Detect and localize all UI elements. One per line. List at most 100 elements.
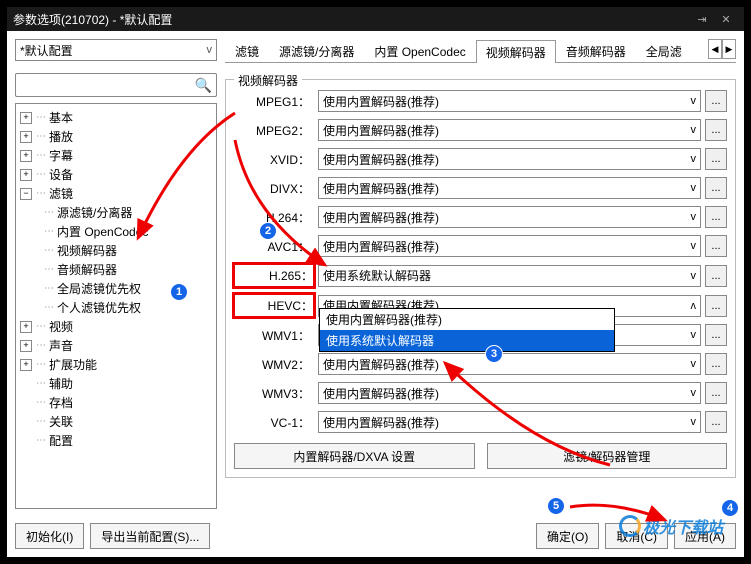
chevron-icon: v	[691, 211, 697, 223]
codec-value: 使用内置解码器(推荐)	[323, 151, 439, 168]
export-button[interactable]: 导出当前配置(S)...	[90, 523, 210, 549]
dxva-settings-button[interactable]: 内置解码器/DXVA 设置	[234, 443, 475, 469]
tree-item[interactable]: ⋯内置 OpenCodec	[42, 222, 214, 241]
ok-button[interactable]: 确定(O)	[536, 523, 599, 549]
tree-item[interactable]: −⋯滤镜	[18, 184, 214, 203]
codec-value: 使用内置解码器(推荐)	[323, 238, 439, 255]
tab-4[interactable]: 音频解码器	[556, 39, 636, 62]
tree-label: 滤镜	[49, 185, 73, 202]
search-input[interactable]	[20, 78, 195, 92]
tree-item[interactable]: ⋯配置	[18, 431, 214, 450]
codec-select[interactable]: 使用内置解码器(推荐)v	[318, 177, 701, 199]
tree-item[interactable]: +⋯基本	[18, 108, 214, 127]
codec-row: XVID：使用内置解码器(推荐)v...	[234, 148, 727, 170]
codec-select[interactable]: 使用内置解码器(推荐)v	[318, 119, 701, 141]
codec-select[interactable]: 使用内置解码器(推荐)v	[318, 206, 701, 228]
plus-icon[interactable]: +	[20, 169, 32, 181]
hevc-dropdown[interactable]: 使用内置解码器(推荐)使用系统默认解码器	[319, 308, 615, 352]
tree-item[interactable]: +⋯设备	[18, 165, 214, 184]
tree-item[interactable]: ⋯视频解码器	[42, 241, 214, 260]
tree-item[interactable]: +⋯字幕	[18, 146, 214, 165]
tab-scroll-right[interactable]: ▶	[722, 39, 736, 59]
watermark: 极光下载站	[619, 514, 723, 538]
tree-label: 视频解码器	[57, 242, 117, 259]
tree-item[interactable]: +⋯声音	[18, 336, 214, 355]
plus-icon[interactable]: +	[20, 321, 32, 333]
codec-select[interactable]: 使用内置解码器(推荐)v	[318, 411, 701, 433]
more-button[interactable]: ...	[705, 177, 727, 199]
tree-label: 辅助	[49, 375, 73, 392]
more-button[interactable]: ...	[705, 411, 727, 433]
tree-label: 声音	[49, 337, 73, 354]
tree-item[interactable]: +⋯视频	[18, 317, 214, 336]
tree-item[interactable]: ⋯关联	[18, 412, 214, 431]
tab-scroll-left[interactable]: ◀	[708, 39, 722, 59]
chevron-icon: v	[691, 358, 697, 370]
more-button[interactable]: ...	[705, 90, 727, 112]
codec-row: MPEG1：使用内置解码器(推荐)v...	[234, 90, 727, 112]
plus-icon[interactable]: +	[20, 359, 32, 371]
filter-manager-button[interactable]: 滤镜/解码器管理	[487, 443, 728, 469]
codec-row: MPEG2：使用内置解码器(推荐)v...	[234, 119, 727, 141]
tab-1[interactable]: 源滤镜/分离器	[269, 39, 364, 62]
pin-icon[interactable]: ⇥	[690, 9, 714, 29]
dropdown-option[interactable]: 使用内置解码器(推荐)	[320, 309, 614, 330]
codec-label: H.265：	[237, 267, 317, 284]
profile-value: *默认配置	[20, 42, 73, 59]
codec-label: WMV3：	[234, 385, 314, 402]
codec-label: DIVX：	[234, 180, 314, 197]
close-icon[interactable]: ✕	[714, 9, 738, 29]
tree-label: 个人滤镜优先权	[57, 299, 141, 316]
more-button[interactable]: ...	[705, 295, 727, 317]
codec-value: 使用内置解码器(推荐)	[323, 122, 439, 139]
codec-select[interactable]: 使用系统默认解码器v	[318, 265, 701, 287]
codec-label: VC-1：	[234, 414, 314, 431]
more-button[interactable]: ...	[705, 265, 727, 287]
init-button[interactable]: 初始化(I)	[15, 523, 84, 549]
more-button[interactable]: ...	[705, 235, 727, 257]
chevron-icon: v	[691, 416, 697, 428]
tab-5[interactable]: 全局滤	[636, 39, 692, 62]
codec-select[interactable]: 使用内置解码器(推荐)v	[318, 148, 701, 170]
tab-0[interactable]: 滤镜	[225, 39, 269, 62]
dropdown-option[interactable]: 使用系统默认解码器	[320, 330, 614, 351]
more-button[interactable]: ...	[705, 353, 727, 375]
more-button[interactable]: ...	[705, 324, 727, 346]
tree-item[interactable]: ⋯音频解码器	[42, 260, 214, 279]
codec-value: 使用内置解码器(推荐)	[323, 180, 439, 197]
codec-value: 使用内置解码器(推荐)	[323, 356, 439, 373]
tree-item[interactable]: ⋯全局滤镜优先权	[42, 279, 214, 298]
tree-item[interactable]: +⋯播放	[18, 127, 214, 146]
plus-icon[interactable]: +	[20, 340, 32, 352]
tabs: 滤镜源滤镜/分离器内置 OpenCodec视频解码器音频解码器全局滤 ◀ ▶	[225, 39, 736, 63]
more-button[interactable]: ...	[705, 206, 727, 228]
codec-label: WMV2：	[234, 356, 314, 373]
codec-select[interactable]: 使用内置解码器(推荐)v	[318, 90, 701, 112]
tab-3[interactable]: 视频解码器	[476, 40, 556, 63]
tab-2[interactable]: 内置 OpenCodec	[364, 39, 475, 62]
plus-icon[interactable]: +	[20, 150, 32, 162]
tree-item[interactable]: ⋯源滤镜/分离器	[42, 203, 214, 222]
search-icon[interactable]: 🔍	[195, 77, 212, 94]
tree-label: 设备	[49, 166, 73, 183]
plus-icon[interactable]: +	[20, 112, 32, 124]
more-button[interactable]: ...	[705, 119, 727, 141]
more-button[interactable]: ...	[705, 382, 727, 404]
codec-value: 使用内置解码器(推荐)	[323, 385, 439, 402]
profile-select[interactable]: *默认配置 v	[15, 39, 217, 61]
codec-select[interactable]: 使用内置解码器(推荐)v	[318, 235, 701, 257]
codec-row: DIVX：使用内置解码器(推荐)v...	[234, 177, 727, 199]
tree-item[interactable]: ⋯存档	[18, 393, 214, 412]
codec-select[interactable]: 使用内置解码器(推荐)v	[318, 382, 701, 404]
codec-select[interactable]: 使用内置解码器(推荐) v	[318, 353, 701, 375]
codec-label: AVC1：	[234, 238, 314, 255]
codec-label: MPEG1：	[234, 93, 314, 110]
tree-item[interactable]: ⋯个人滤镜优先权	[42, 298, 214, 317]
minus-icon[interactable]: −	[20, 188, 32, 200]
tree-item[interactable]: ⋯辅助	[18, 374, 214, 393]
tree-item[interactable]: +⋯扩展功能	[18, 355, 214, 374]
tree: +⋯基本+⋯播放+⋯字幕+⋯设备−⋯滤镜⋯源滤镜/分离器⋯内置 OpenCode…	[15, 103, 217, 509]
more-button[interactable]: ...	[705, 148, 727, 170]
search-box[interactable]: 🔍	[15, 73, 217, 97]
plus-icon[interactable]: +	[20, 131, 32, 143]
